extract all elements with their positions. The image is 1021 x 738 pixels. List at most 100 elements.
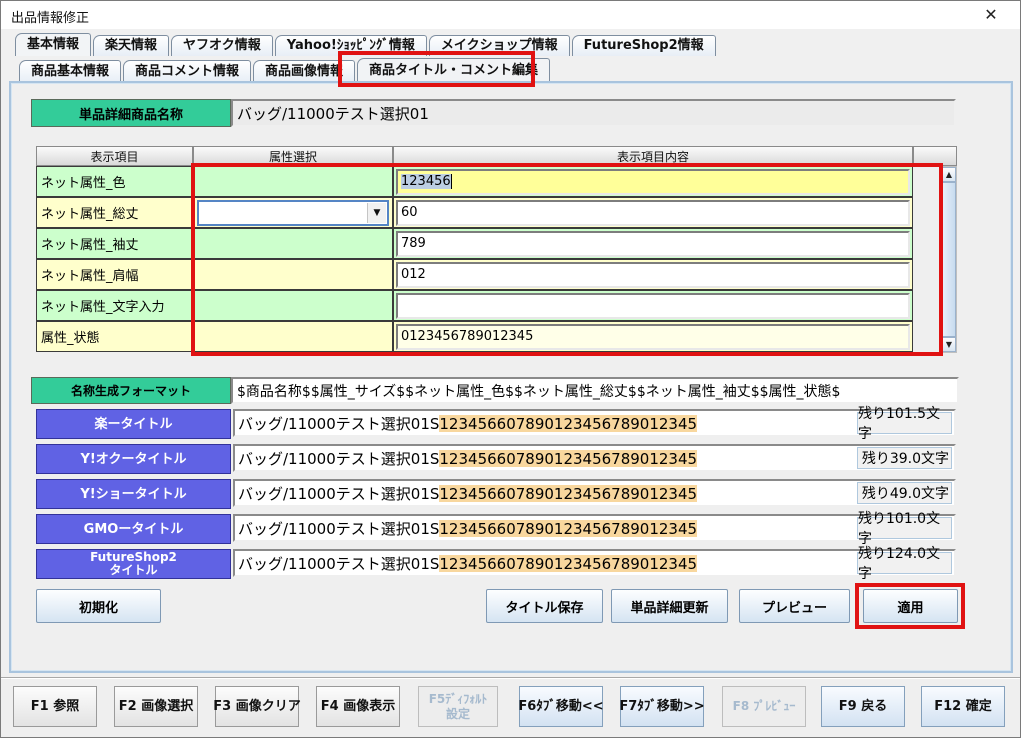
rakuten-title-field[interactable]: バッグ/11000テスト選択01S12345660789012345678901… xyxy=(233,409,956,437)
tab-makeshop-info[interactable]: メイクショップ情報 xyxy=(429,35,570,56)
scroll-down-icon[interactable]: ▼ xyxy=(942,337,956,352)
attr-row-label: ネット属性_色 xyxy=(36,166,193,197)
f12-confirm-button[interactable]: F12 確定 xyxy=(921,686,1005,727)
gmo-title-label: GMOータイトル xyxy=(36,514,231,544)
attr-value-input[interactable]: 789 xyxy=(396,231,910,257)
tab-basic-info[interactable]: 基本情報 xyxy=(15,33,91,56)
remaining-chars-badge: 残り101.0文字 xyxy=(857,517,952,539)
format-label: 名称生成フォーマット xyxy=(31,377,231,404)
attr-value-input[interactable]: 123456 xyxy=(396,169,910,195)
generated-part: 123456607890123456789012345 xyxy=(439,520,697,537)
f9-back-button[interactable]: F9 戻る xyxy=(821,686,905,727)
attr-row-label: ネット属性_文字入力 xyxy=(36,290,193,321)
title-prefix: バッグ/11000テスト選択01S xyxy=(238,450,439,467)
tab-bar-sub: 商品基本情報 商品コメント情報 商品画像情報 商品タイトル・コメント編集 xyxy=(19,58,552,82)
attr-select-cell: ▼ xyxy=(193,197,393,228)
title-prefix: バッグ/11000テスト選択01S xyxy=(238,415,439,432)
generated-part: 123456607890123456789012345 xyxy=(439,485,697,502)
attr-select-cell[interactable] xyxy=(193,166,393,197)
format-field: $商品名称$$属性_サイズ$$ネット属性_色$$ネット属性_総丈$$ネット属性_… xyxy=(231,377,959,404)
f8-preview-button: F8 ﾌﾟﾚﾋﾞｭｰ xyxy=(722,686,806,727)
remaining-chars-badge: 残り124.0文字 xyxy=(857,552,952,574)
col-header-stub xyxy=(913,146,957,166)
attr-value-input[interactable]: 0123456789012345 xyxy=(396,324,910,350)
close-icon[interactable]: ✕ xyxy=(980,5,1002,24)
f2-image-select-button[interactable]: F2 画像選択 xyxy=(114,686,198,727)
label-line2: タイトル xyxy=(109,564,157,577)
attr-select-cell[interactable] xyxy=(193,290,393,321)
tab-yahoo-auction-info[interactable]: ヤフオク情報 xyxy=(171,35,273,56)
yahoo-shopping-title-field[interactable]: バッグ/11000テスト選択01S12345660789012345678901… xyxy=(233,479,956,507)
remaining-chars-badge: 残り101.5文字 xyxy=(857,412,952,434)
initialize-button[interactable]: 初期化 xyxy=(36,589,161,623)
f6-tab-move-back-button[interactable]: F6ﾀﾌﾞ移動<< xyxy=(519,686,603,727)
titlebar: 出品情報修正 ✕ xyxy=(1,1,1020,29)
tab-yahoo-shopping-info[interactable]: Yahoo!ｼｮｯﾋﾟﾝｸﾞ情報 xyxy=(275,35,427,56)
tab-product-basic-info[interactable]: 商品基本情報 xyxy=(19,60,121,82)
attr-value-cell: >> xyxy=(393,290,913,321)
apply-button[interactable]: 適用 xyxy=(863,589,958,623)
table-row: ネット属性_色 123456 >> xyxy=(36,166,941,197)
product-name-field: バッグ/11000テスト選択01 xyxy=(231,99,956,127)
futureshop2-title-field[interactable]: バッグ/11000テスト選択01S12345660789012345678901… xyxy=(233,549,956,577)
update-detail-button[interactable]: 単品詳細更新 xyxy=(611,589,728,623)
generated-part: 123456607890123456789012345 xyxy=(439,450,697,467)
yahoo-auction-title-field[interactable]: バッグ/11000テスト選択01S12345660789012345678901… xyxy=(233,444,956,472)
gmo-title-field[interactable]: バッグ/11000テスト選択01S12345660789012345678901… xyxy=(233,514,956,542)
fkey-line1: F5ﾃﾞｨﾌｫﾙﾄ xyxy=(429,692,488,707)
attr-row-label: 属性_状態 xyxy=(36,321,193,352)
remaining-chars-badge: 残り39.0文字 xyxy=(857,447,952,469)
f3-image-clear-button[interactable]: F3 画像クリア xyxy=(215,686,299,727)
generated-part: 123456607890123456789012345 xyxy=(439,555,697,572)
attribute-select-combobox[interactable]: ▼ xyxy=(197,200,389,226)
dialog-listing-info-edit: 出品情報修正 ✕ 基本情報 楽天情報 ヤフオク情報 Yahoo!ｼｮｯﾋﾟﾝｸﾞ… xyxy=(0,0,1021,738)
yahoo-shopping-title-label: Y!ショータイトル xyxy=(36,479,231,509)
dialog-title: 出品情報修正 xyxy=(11,7,89,26)
f4-image-show-button[interactable]: F4 画像表示 xyxy=(316,686,400,727)
tab-product-image-info[interactable]: 商品画像情報 xyxy=(253,60,355,82)
f7-tab-move-forward-button[interactable]: F7ﾀﾌﾞ移動>> xyxy=(620,686,704,727)
table-row: ネット属性_文字入力 >> xyxy=(36,290,941,321)
title-prefix: バッグ/11000テスト選択01S xyxy=(238,520,439,537)
scrollbar-thumb[interactable] xyxy=(942,182,956,337)
attr-row-label: ネット属性_総丈 xyxy=(36,197,193,228)
chevron-down-icon[interactable]: ▼ xyxy=(367,203,386,223)
tab-product-title-comment-edit[interactable]: 商品タイトル・コメント編集 xyxy=(357,58,550,82)
selected-text: 123456 xyxy=(401,174,451,189)
generated-part: 123456607890123456789012345 xyxy=(439,415,697,432)
attr-value-input[interactable] xyxy=(396,293,910,319)
yahoo-auction-title-label: Y!オクータイトル xyxy=(36,444,231,474)
attr-value-cell: 012 >> xyxy=(393,259,913,290)
table-row: ネット属性_肩幅 012 >> xyxy=(36,259,941,290)
col-header-attribute-select: 属性選択 xyxy=(193,146,393,166)
attr-value-input[interactable]: 60 xyxy=(396,200,910,226)
attr-select-cell[interactable] xyxy=(193,321,393,352)
text-caret xyxy=(451,174,452,189)
futureshop2-title-label: FutureShop2 タイトル xyxy=(36,549,231,579)
attr-value-cell: 123456 >> xyxy=(393,166,913,197)
tab-futureshop2-info[interactable]: FutureShop2情報 xyxy=(572,35,716,56)
fkey-line2: 設定 xyxy=(446,707,470,722)
attr-value-cell: 0123456789012345 >> xyxy=(393,321,913,352)
table-scrollbar[interactable]: ▲ ▼ xyxy=(941,166,957,353)
attr-value-cell: 789 >> xyxy=(393,228,913,259)
attr-select-cell[interactable] xyxy=(193,228,393,259)
tab-rakuten-info[interactable]: 楽天情報 xyxy=(93,35,169,56)
tab-bar-top: 基本情報 楽天情報 ヤフオク情報 Yahoo!ｼｮｯﾋﾟﾝｸﾞ情報 メイクショッ… xyxy=(15,33,718,56)
f1-browse-button[interactable]: F1 参照 xyxy=(13,686,97,727)
preview-button[interactable]: プレビュー xyxy=(739,589,850,623)
scroll-up-icon[interactable]: ▲ xyxy=(942,167,956,182)
title-prefix: バッグ/11000テスト選択01S xyxy=(238,485,439,502)
col-header-display-content: 表示項目内容 xyxy=(393,146,913,166)
table-row: 属性_状態 0123456789012345 >> xyxy=(36,321,941,352)
f5-default-settings-button: F5ﾃﾞｨﾌｫﾙﾄ 設定 xyxy=(418,686,498,727)
attr-select-cell[interactable] xyxy=(193,259,393,290)
rakuten-title-label: 楽ータイトル xyxy=(36,409,231,439)
product-name-label: 単品詳細商品名称 xyxy=(31,99,231,127)
save-title-button[interactable]: タイトル保存 xyxy=(486,589,603,623)
remaining-chars-badge: 残り49.0文字 xyxy=(857,482,952,504)
attr-value-cell: 60 >> xyxy=(393,197,913,228)
title-prefix: バッグ/11000テスト選択01S xyxy=(238,555,439,572)
attr-value-input[interactable]: 012 xyxy=(396,262,910,288)
tab-product-comment-info[interactable]: 商品コメント情報 xyxy=(123,60,251,82)
